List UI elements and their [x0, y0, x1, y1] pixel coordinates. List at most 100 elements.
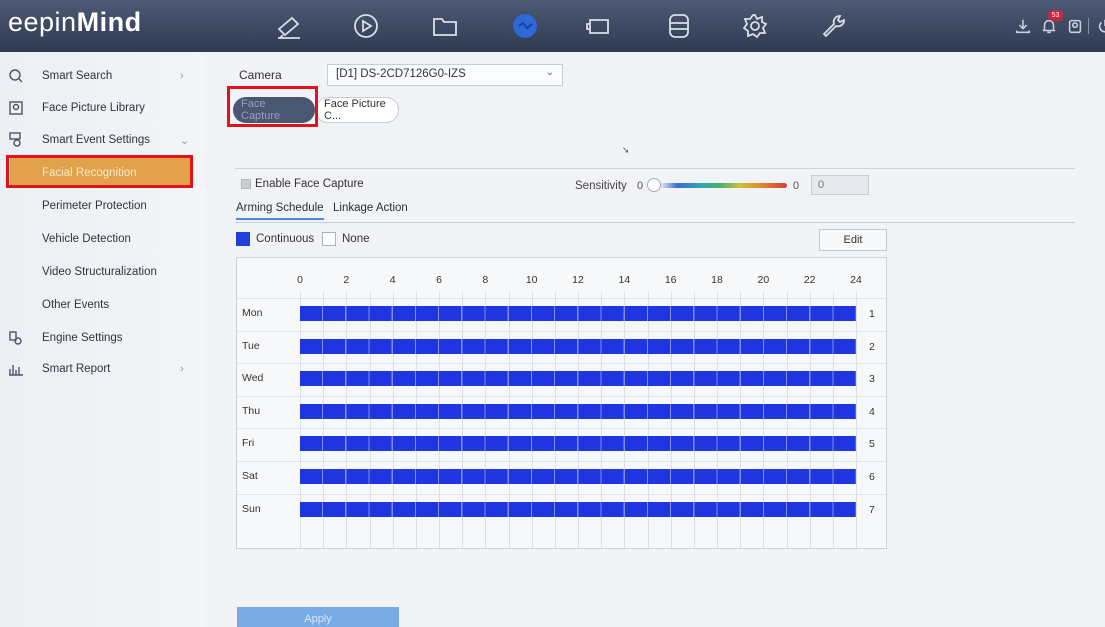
day-label: Fri [242, 437, 255, 450]
chevron-right-icon: › [180, 363, 184, 375]
settings-icon[interactable] [738, 10, 772, 42]
divider [235, 168, 1075, 169]
storage-icon[interactable] [662, 10, 696, 42]
sensitivity-slider[interactable] [653, 183, 787, 188]
tab-arming-schedule[interactable]: Arming Schedule [236, 202, 324, 220]
sidebar-item-smart-search[interactable]: Smart Search › [0, 61, 205, 91]
grid-horizontal-line [237, 493, 886, 495]
row-number: 1 [869, 308, 875, 320]
row-number: 3 [869, 373, 875, 386]
continuous-swatch [236, 232, 250, 246]
row-number: 7 [869, 503, 875, 516]
hour-label: 16 [664, 274, 677, 286]
schedule-grid: 0 2 4 6 8 10 12 14 16 18 20 22 24 Mon 1 Tue 2 Wed 3 Thu 4 Fri… [236, 257, 887, 549]
schedule-bar-sun[interactable] [300, 501, 856, 517]
main-panel: Camera [D1] DS-2CD7126G0-IZS ⌄ Face Capt… [205, 52, 1105, 627]
tab-face-picture-comparison[interactable]: Face Picture C... [315, 97, 399, 123]
tab-linkage-action[interactable]: Linkage Action [333, 202, 408, 214]
sensitivity-slider-handle[interactable] [647, 178, 661, 192]
enable-checkbox[interactable] [241, 179, 251, 189]
engine-settings-icon [8, 330, 24, 346]
hour-label: 2 [343, 274, 350, 286]
camera-icon[interactable] [272, 10, 306, 42]
sidebar-item-engine-settings[interactable]: Engine Settings [0, 323, 205, 353]
none-swatch [322, 232, 336, 246]
grid-horizontal-line [237, 461, 886, 462]
download-icon[interactable] [1012, 15, 1034, 37]
schedule-bar-thu[interactable] [300, 403, 856, 419]
day-label: Tue [242, 339, 260, 352]
sidebar-item-smart-event-settings[interactable]: Smart Event Settings ⌄ [0, 125, 205, 155]
edit-button[interactable]: Edit [819, 229, 887, 251]
sidebar-item-face-picture-library[interactable]: Face Picture Library [0, 93, 205, 123]
sidebar-item-other-events[interactable]: Other Events [0, 290, 205, 320]
hour-label: 18 [711, 274, 723, 286]
power-icon[interactable] [1094, 15, 1105, 37]
toolbar-divider [1088, 18, 1089, 34]
folder-icon[interactable] [428, 10, 462, 42]
grid-horizontal-line [237, 330, 886, 332]
hour-label: 6 [436, 274, 442, 286]
app-logo: eepinMind [8, 7, 142, 37]
schedule-bar-fri[interactable] [300, 436, 856, 452]
day-label: Sat [242, 470, 258, 482]
highlight-box-facial-recognition [6, 155, 193, 188]
day-label: Mon [242, 307, 263, 319]
schedule-bar-sat[interactable] [300, 469, 856, 484]
sensitivity-label: Sensitivity [575, 180, 627, 192]
maintenance-icon[interactable] [816, 10, 850, 42]
row-number: 6 [869, 471, 875, 483]
sensitivity-max: 0 [793, 180, 800, 192]
hour-label: 10 [525, 274, 538, 286]
grid-horizontal-line [237, 428, 886, 430]
sidebar-item-smart-report[interactable]: Smart Report › [0, 354, 205, 384]
hour-label: 0 [297, 274, 303, 286]
smart-report-icon [8, 361, 24, 377]
event-settings-icon [8, 132, 24, 148]
camera-select[interactable]: [D1] DS-2CD7126G0-IZS ⌄ [327, 64, 563, 86]
hour-label: 20 [757, 274, 770, 286]
day-label: Thu [242, 404, 261, 417]
day-label: Wed [242, 372, 264, 385]
row-number: 2 [869, 340, 875, 353]
chevron-right-icon: › [180, 70, 184, 82]
tab-divider [235, 222, 1075, 223]
camera-label: Camera [239, 68, 282, 82]
schedule-bar-mon[interactable] [300, 306, 856, 321]
top-bar: eepinMind 53 [0, 0, 1105, 52]
row-number: 4 [869, 405, 875, 418]
alarm-count-badge: 53 [1048, 10, 1063, 21]
sidebar-item-video-structuralization[interactable]: Video Structuralization [0, 257, 205, 287]
apply-button[interactable]: Apply [237, 607, 399, 627]
mouse-cursor-icon: ➘ [622, 145, 630, 155]
user-icon[interactable] [1064, 15, 1086, 37]
smart-search-icon [8, 68, 24, 84]
smart-analysis-icon[interactable] [508, 10, 542, 42]
face-library-icon [8, 100, 24, 116]
app-window: eepinMind 53 Smart Search › Face Picture… [0, 0, 1105, 627]
grid-horizontal-line [237, 395, 886, 397]
grid-horizontal-line [237, 298, 886, 299]
dropdown-arrow-icon: ⌄ [545, 67, 554, 78]
hour-label: 22 [803, 274, 816, 286]
schedule-bar-wed[interactable] [300, 371, 856, 387]
day-label: Sun [242, 502, 261, 515]
schedule-bar-tue[interactable] [300, 338, 856, 354]
enable-face-capture[interactable]: Enable Face Capture [241, 178, 364, 190]
hour-label: 4 [389, 274, 396, 286]
sensitivity-input[interactable]: 0 [811, 175, 869, 195]
highlight-box-face-capture [227, 86, 318, 127]
grid-horizontal-line [237, 363, 886, 365]
monitor-icon[interactable] [582, 10, 616, 42]
sidebar-item-perimeter-protection[interactable]: Perimeter Protection [0, 191, 205, 221]
playback-icon[interactable] [349, 10, 383, 42]
legend-continuous[interactable]: Continuous [236, 232, 314, 246]
legend-none[interactable]: None [322, 232, 370, 246]
hour-label: 14 [618, 274, 631, 286]
hour-label: 8 [482, 274, 489, 286]
chevron-down-icon: ⌄ [180, 134, 190, 147]
hour-label: 24 [850, 274, 862, 286]
sidebar: Smart Search › Face Picture Library Smar… [0, 52, 205, 627]
sidebar-item-vehicle-detection[interactable]: Vehicle Detection [0, 224, 205, 254]
hour-label: 12 [572, 274, 584, 286]
